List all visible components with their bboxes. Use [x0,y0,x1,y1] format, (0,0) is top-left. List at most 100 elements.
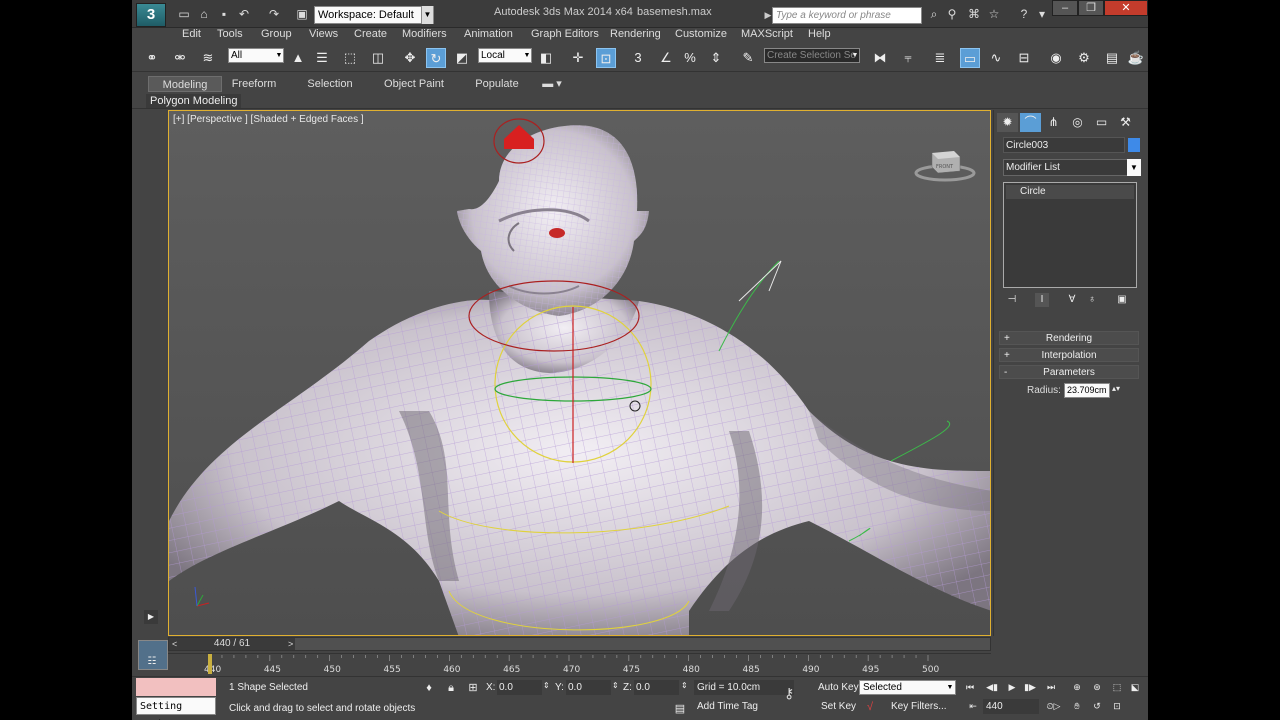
pan-icon[interactable]: ✋︎ [1068,699,1086,714]
motion-tab-icon[interactable]: ◎ [1067,113,1088,132]
edit-named-selection-icon[interactable]: ✎ [738,48,758,68]
angle-snap-icon[interactable]: ∠ [656,48,676,68]
ribbon-tab-freeform[interactable]: Freeform [226,76,282,92]
z-coordinate-field[interactable]: 0.0 [634,680,679,695]
maxscript-input[interactable] [136,678,216,696]
key-mode-toggle-icon[interactable]: ⇤ [964,699,982,714]
stack-item-circle[interactable]: Circle [1006,185,1134,199]
chevron-down-icon[interactable]: ▼ [1127,159,1141,176]
select-by-name-icon[interactable]: ☰ [312,48,332,68]
search-icon[interactable]: ⚲ [944,6,960,22]
field-of-view-icon[interactable]: ▷ [1048,699,1066,714]
schematic-view-icon[interactable]: ⊟ [1014,48,1034,68]
show-end-result-icon[interactable]: I [1035,293,1049,307]
menu-modifiers[interactable]: Modifiers [402,28,447,44]
previous-frame-icon[interactable]: ◀▮ [983,680,1001,695]
menu-edit[interactable]: Edit [182,28,201,44]
restore-button[interactable]: ❐ [1078,0,1104,16]
current-frame-marker[interactable] [208,654,212,674]
menu-maxscript[interactable]: MAXScript [741,28,793,44]
star-icon[interactable]: ☆ [986,6,1002,22]
workspace-dropdown[interactable]: Workspace: Default [314,6,434,24]
rotate-icon[interactable]: ↻ [426,48,446,68]
render-setup-icon[interactable]: ⚙ [1074,48,1094,68]
mirror-icon[interactable]: ⧓ [870,48,890,68]
play-icon[interactable]: ▶ [1003,680,1021,695]
menu-group[interactable]: Group [261,28,292,44]
chevron-down-icon[interactable]: ▼ [944,680,956,695]
next-frame-icon[interactable]: ▮▶ [1021,680,1039,695]
utilities-tab-icon[interactable]: ⚒ [1115,113,1136,132]
go-to-start-icon[interactable]: ⏮ [961,680,979,695]
menu-tools[interactable]: Tools [217,28,243,44]
object-color-swatch[interactable] [1128,138,1140,152]
key-mode-dropdown[interactable]: Selected [859,680,956,695]
align-icon[interactable]: ⫧ [898,48,918,68]
ribbon-tab-object-paint[interactable]: Object Paint [380,76,448,92]
slider-next-icon[interactable]: > [288,638,293,650]
time-slider[interactable]: < 440 / 61 > [168,637,991,651]
viewport-scene[interactable] [169,111,991,636]
keyboard-shortcut-override-icon[interactable]: ⊡ [596,48,616,68]
absolute-mode-icon[interactable]: ⊞ [465,680,481,696]
make-unique-icon[interactable]: ∀ [1065,293,1079,307]
pin-stack-icon[interactable]: ⊣ [1005,293,1019,307]
communication-center-icon[interactable]: ⌘ [966,6,982,22]
layer-manager-icon[interactable]: ≣ [930,48,950,68]
graphite-toggle-icon[interactable]: ▭ [960,48,980,68]
orbit-icon[interactable]: ↺ [1088,699,1106,714]
unlink-icon[interactable]: ⚮ [170,48,190,68]
ribbon-tab-modeling[interactable]: Modeling [148,76,222,92]
time-slider-thumb[interactable]: < 440 / 61 > [169,638,295,650]
maxscript-output[interactable]: Setting Look: [136,697,216,720]
radius-field[interactable]: 23.709cm [1064,383,1110,398]
named-selection-set-dropdown[interactable]: Create Selection Se [764,48,860,63]
new-file-icon[interactable]: ▭ [176,6,192,22]
snaps-toggle-icon[interactable]: 3 [628,48,648,68]
modifier-stack[interactable]: Circle [1003,182,1137,288]
slider-prev-icon[interactable]: < [172,638,177,650]
render-icon[interactable]: ☕ [1126,48,1146,68]
ribbon-options-icon[interactable]: ▬ ▾ [540,76,564,92]
key-icon[interactable]: ⚷ [784,685,794,702]
link-icon[interactable]: ⚭ [142,48,162,68]
curve-editor-mini-icon[interactable]: ☷ [144,656,160,670]
set-key-curve-icon[interactable]: √ [862,699,878,715]
help-dropdown-icon[interactable]: ▾ [1034,6,1050,22]
isolate-selection-icon[interactable]: ♦ [421,680,437,696]
zoom-extents-icon[interactable]: ⬚ [1108,680,1126,695]
project-folder-icon[interactable]: ▣ [294,6,310,22]
move-icon[interactable]: ✥ [400,48,420,68]
percent-snap-icon[interactable]: % [680,48,700,68]
ribbon-panel-polygon-modeling[interactable]: Polygon Modeling [146,94,242,108]
perspective-viewport[interactable]: [+] [Perspective ] [Shaded + Edged Faces… [168,110,991,636]
add-time-tag-button[interactable]: Add Time Tag [697,701,758,712]
track-bar[interactable]: 440 445 450 455 460 465 470 475 480 485 490 495 500 [168,653,991,675]
z-spinner-icon[interactable]: ⇕ [681,681,688,690]
save-icon[interactable]: ▪ [216,6,232,22]
hierarchy-tab-icon[interactable]: ⋔ [1043,113,1064,132]
zoom-extents-all-icon[interactable]: ⬕ [1126,680,1144,695]
current-frame-field[interactable]: 440 [983,699,1039,714]
ribbon-tab-selection[interactable]: Selection [302,76,358,92]
y-spinner-icon[interactable]: ⇕ [612,681,619,690]
menu-views[interactable]: Views [309,28,338,44]
bind-spacewarp-icon[interactable]: ≋ [198,48,218,68]
auto-key-button[interactable]: Auto Key [818,682,859,693]
remove-modifier-icon[interactable]: ♁ [1085,293,1099,307]
menu-graph-editors[interactable]: Graph Editors [531,28,599,44]
x-spinner-icon[interactable]: ⇕ [543,681,550,690]
y-coordinate-field[interactable]: 0.0 [566,680,611,695]
chevron-down-icon[interactable]: ▼ [421,6,433,24]
viewport-label[interactable]: [+] [Perspective ] [Shaded + Edged Faces… [173,114,364,125]
minimize-button[interactable]: – [1052,0,1078,16]
display-tab-icon[interactable]: ▭ [1091,113,1112,132]
rectangular-selection-icon[interactable]: ⬚ [340,48,360,68]
object-name-field[interactable]: Circle003 [1003,137,1125,153]
rollout-interpolation[interactable]: + Interpolation [999,348,1139,362]
select-manipulate-icon[interactable]: ✛ [568,48,588,68]
material-editor-icon[interactable]: ◉ [1046,48,1066,68]
modify-tab-icon[interactable]: ⌒ [1020,113,1041,132]
time-tag-icon[interactable]: ▤ [672,701,688,717]
chevron-down-icon[interactable]: ▼ [274,48,284,63]
